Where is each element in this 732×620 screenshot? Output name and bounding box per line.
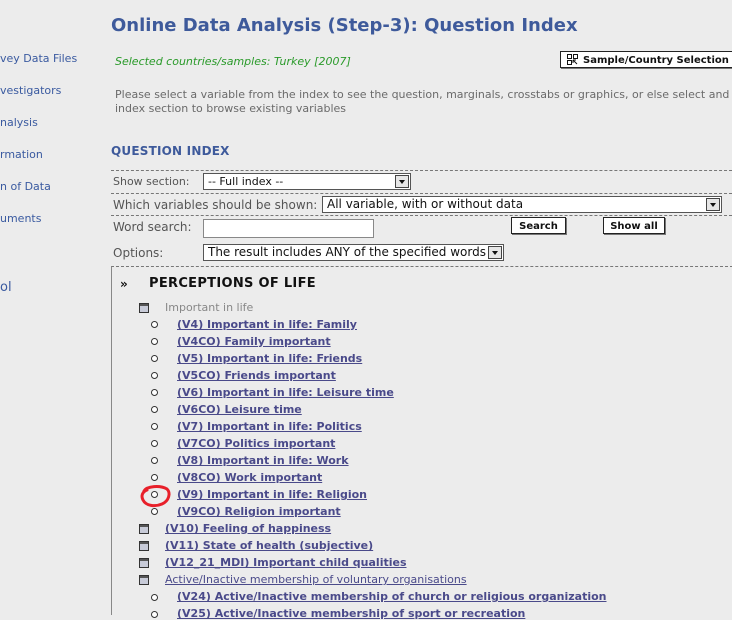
- show-section-label: Show section:: [113, 175, 190, 188]
- variables-shown-select[interactable]: All variable, with or without data: [322, 196, 722, 213]
- variables-shown-label: Which variables should be shown:: [113, 198, 318, 212]
- show-section-value: -- Full index --: [208, 175, 284, 188]
- highlight-circle-icon: [140, 485, 171, 508]
- group-voluntary-organisations[interactable]: Active/Inactive membership of voluntary …: [165, 573, 467, 586]
- variable-link[interactable]: (V9) Important in life: Religion: [177, 488, 367, 501]
- expand-group-icon[interactable]: [139, 541, 149, 551]
- question-index-heading: QUESTION INDEX: [111, 144, 230, 158]
- variable-link[interactable]: (V12_21_MDI) Important child qualities: [165, 556, 407, 569]
- chevron-down-icon: [488, 246, 502, 259]
- variable-link[interactable]: (V5) Important in life: Friends: [177, 352, 362, 365]
- show-section-select[interactable]: -- Full index --: [203, 173, 411, 190]
- chevron-down-icon: [706, 198, 720, 211]
- variable-link[interactable]: (V6) Important in life: Leisure time: [177, 386, 394, 399]
- variable-link[interactable]: (V7) Important in life: Politics: [177, 420, 362, 433]
- sidebar-item-tool[interactable]: ol: [0, 280, 12, 295]
- options-label: Options:: [113, 246, 164, 260]
- double-chevron-icon: »: [120, 277, 128, 291]
- bullet-icon: [151, 406, 158, 413]
- selected-samples: Selected countries/samples: Turkey [2007…: [115, 55, 351, 68]
- bullet-icon: [151, 474, 158, 481]
- variable-link[interactable]: (V24) Active/Inactive membership of chur…: [177, 590, 607, 603]
- bullet-icon: [151, 338, 158, 345]
- divider: [111, 215, 732, 216]
- sample-country-selection-button[interactable]: Sample/Country Selection: [560, 51, 732, 68]
- search-button[interactable]: Search: [511, 217, 566, 234]
- bullet-icon: [151, 372, 158, 379]
- sidebar-item-survey-data-files[interactable]: vey Data Files: [0, 52, 77, 65]
- bullet-icon: [151, 355, 158, 362]
- word-search-input[interactable]: [203, 219, 374, 238]
- expand-group-icon[interactable]: [139, 558, 149, 568]
- sidebar-item-documents[interactable]: uments: [0, 212, 41, 225]
- collapse-group-icon[interactable]: [139, 303, 149, 313]
- variable-link[interactable]: (V6CO) Leisure time: [177, 403, 302, 416]
- bullet-icon: [151, 321, 158, 328]
- variable-link[interactable]: (V11) State of health (subjective): [165, 539, 373, 552]
- page-title: Online Data Analysis (Step-3): Question …: [111, 15, 578, 36]
- sidebar-item-information[interactable]: rmation: [0, 148, 43, 161]
- sidebar-item-analysis[interactable]: nalysis: [0, 116, 38, 129]
- divider: [111, 193, 732, 194]
- variable-link[interactable]: (V5CO) Friends important: [177, 369, 336, 382]
- variable-link[interactable]: (V8CO) Work important: [177, 471, 322, 484]
- expand-group-icon[interactable]: [139, 524, 149, 534]
- collapse-group-icon[interactable]: [139, 575, 149, 585]
- divider: [111, 170, 732, 171]
- options-value: The result includes ANY of the specified…: [208, 245, 486, 259]
- bullet-icon: [151, 457, 158, 464]
- sample-button-label: Sample/Country Selection: [583, 55, 729, 66]
- bullet-icon: [151, 423, 158, 430]
- chevron-down-icon: [395, 175, 409, 188]
- options-select[interactable]: The result includes ANY of the specified…: [203, 244, 504, 261]
- show-all-button[interactable]: Show all: [603, 217, 665, 234]
- variables-shown-value: All variable, with or without data: [327, 197, 524, 211]
- bullet-icon: [151, 611, 158, 618]
- variable-link[interactable]: (V9CO) Religion important: [177, 505, 341, 518]
- bullet-icon: [151, 389, 158, 396]
- section-title: PERCEPTIONS OF LIFE: [149, 276, 316, 291]
- variable-link[interactable]: (V4CO) Family important: [177, 335, 331, 348]
- bullet-icon: [151, 594, 158, 601]
- variable-link[interactable]: (V8) Important in life: Work: [177, 454, 349, 467]
- variable-link[interactable]: (V7CO) Politics important: [177, 437, 335, 450]
- group-important-in-life[interactable]: Important in life: [165, 301, 253, 314]
- variable-link[interactable]: (V10) Feeling of happiness: [165, 522, 331, 535]
- sidebar-item-citation-of-data[interactable]: n of Data: [0, 180, 51, 193]
- intro-text: Please select a variable from the index …: [115, 88, 730, 115]
- sidebar-item-investigators[interactable]: vestigators: [0, 84, 61, 97]
- bullet-icon: [151, 440, 158, 447]
- variable-link[interactable]: (V4) Important in life: Family: [177, 318, 357, 331]
- word-search-label: Word search:: [113, 220, 192, 234]
- grid-select-icon: [567, 54, 578, 65]
